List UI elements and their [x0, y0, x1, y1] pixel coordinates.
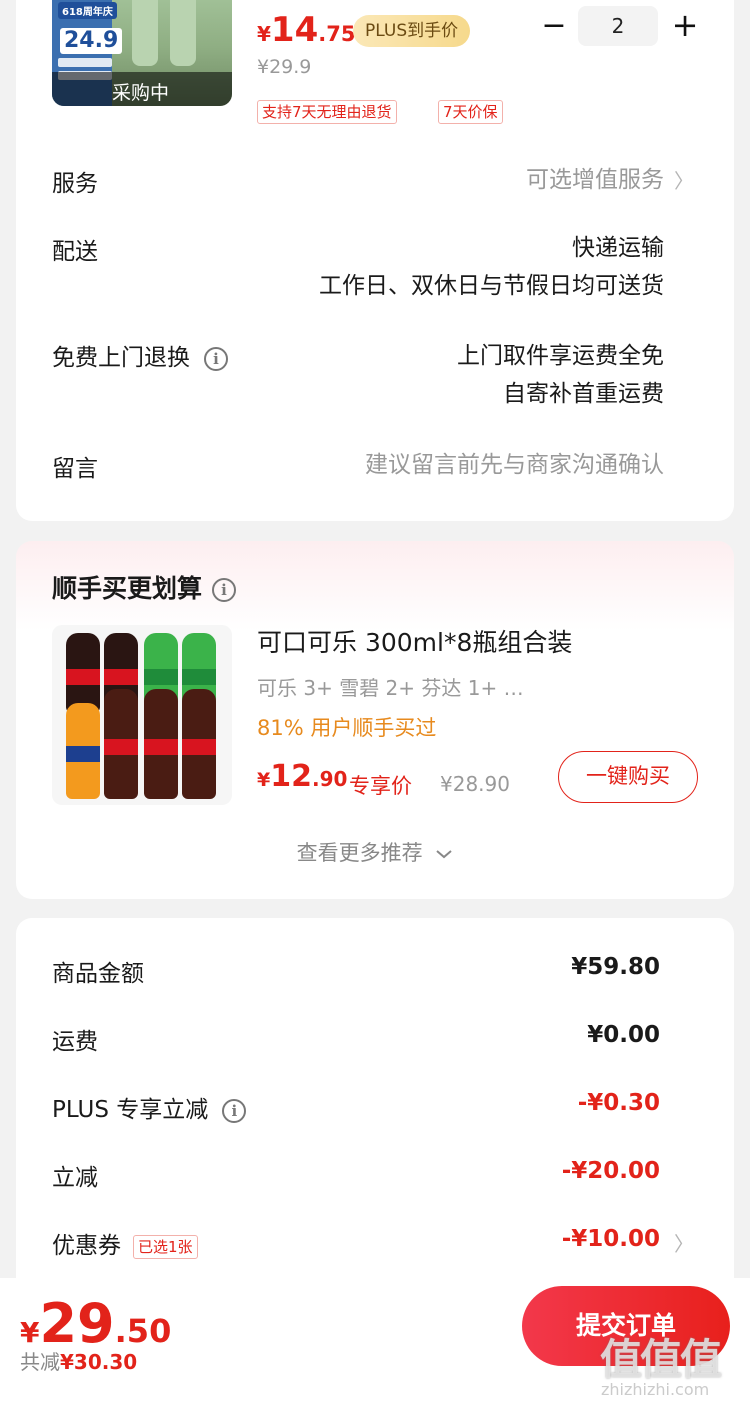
addon-price: ¥12.90	[257, 759, 347, 794]
coupon-text: 优惠券	[52, 1233, 121, 1259]
original-price: ¥29.9	[257, 56, 312, 78]
goods-amount-value: ¥59.80	[571, 954, 660, 980]
addon-product-image[interactable]	[52, 625, 232, 805]
free-return-line1: 上门取件享运费全免	[457, 343, 664, 369]
coke-bottle-image	[182, 689, 216, 799]
message-label: 留言	[52, 456, 98, 482]
thumbnail-badge: 618周年庆	[58, 2, 117, 19]
chevron-down-icon	[436, 850, 452, 859]
coupon-label: 优惠券 已选1张	[52, 1226, 198, 1260]
price-integer: 12	[270, 759, 312, 794]
saved-value: ¥30.30	[60, 1350, 138, 1374]
bottle-label	[104, 738, 138, 755]
coupon-selected-tag: 已选1张	[133, 1234, 198, 1259]
fanta-bottle-image	[66, 703, 100, 799]
shipping-value: ¥0.00	[587, 1022, 660, 1048]
thumbnail-strip	[58, 58, 112, 67]
bottle-label	[182, 669, 216, 685]
addon-original-price: ¥28.90	[440, 772, 510, 796]
message-input[interactable]: 建议留言前先与商家沟通确认	[365, 447, 664, 483]
more-recommendations-link[interactable]: 查看更多推荐	[16, 837, 734, 867]
quantity-decrease-button[interactable]: −	[539, 11, 569, 42]
exclusive-price-label: 专享价	[349, 774, 412, 798]
price-decimal: .90	[311, 767, 348, 791]
thumbnail-price: 24.9	[60, 28, 123, 54]
watermark-logo: 值值值	[600, 1335, 722, 1384]
plus-price-tag: PLUS到手价	[353, 15, 471, 47]
goods-amount-label: 商品金额	[52, 961, 144, 987]
saved-prefix: 共减	[20, 1350, 60, 1374]
service-value: 可选增值服务	[526, 167, 664, 193]
addon-title-text: 顺手买更划算	[52, 574, 203, 603]
addon-product-name[interactable]: 可口可乐 300ml*8瓶组合装	[257, 623, 572, 659]
chevron-right-icon: 〉	[674, 1232, 694, 1256]
thumbnail-figure	[132, 0, 158, 66]
quantity-increase-button[interactable]: +	[670, 9, 700, 41]
delivery-schedule: 工作日、双休日与节假日均可送货	[319, 273, 664, 299]
thumbnail-status: 采购中	[112, 82, 170, 104]
bottle-label	[66, 746, 100, 763]
thumbnail-figure	[170, 0, 196, 66]
total-decimal: .50	[114, 1312, 172, 1350]
plus-discount-value: -¥0.30	[577, 1090, 660, 1116]
price-decimal: .75	[318, 22, 356, 46]
watermark-url: zhizhizhi.com	[601, 1380, 710, 1399]
coke-bottle-image	[104, 689, 138, 799]
instant-discount-value: -¥20.00	[561, 1158, 660, 1184]
price-integer: 14	[270, 10, 319, 50]
coke-bottle-image	[144, 689, 178, 799]
service-label: 服务	[52, 171, 98, 197]
quantity-input[interactable]: 2	[578, 6, 658, 46]
delivery-label: 配送	[52, 239, 98, 265]
price-summary-card: 商品金额 ¥59.80 运费 ¥0.00 PLUS 专享立减 i -¥0.30 立…	[16, 918, 734, 1318]
bottle-label	[66, 669, 100, 685]
free-return-text: 免费上门退换	[52, 345, 190, 371]
checkout-bar: ¥29.50 共减¥30.30 提交订单 值值值 zhizhizhi.com	[0, 1278, 750, 1407]
one-click-buy-button[interactable]: 一键购买	[558, 751, 698, 803]
plus-discount-text: PLUS 专享立减	[52, 1097, 209, 1123]
info-icon[interactable]: i	[212, 578, 237, 602]
instant-discount-label: 立减	[52, 1165, 98, 1191]
info-icon[interactable]: i	[222, 1098, 247, 1123]
price-currency: ¥	[257, 22, 271, 46]
shipping-label: 运费	[52, 1029, 98, 1055]
addon-card: 顺手买更划算 i 可口可乐 300ml*8瓶组合装 可乐 3+ 雪碧 2+ 芬达 …	[16, 541, 734, 899]
order-item-card: 618周年庆 24.9 采购中 ¥14.75 PLUS到手价 ¥29.9 − 2…	[16, 0, 734, 521]
price-currency: ¥	[257, 769, 271, 791]
plus-discount-label: PLUS 专享立减 i	[52, 1090, 247, 1124]
free-return-line2: 自寄补首重运费	[503, 381, 664, 407]
addon-product-subtitle: 可乐 3+ 雪碧 2+ 芬达 1+ …	[257, 676, 524, 700]
thumbnail-status-overlay: 采购中	[52, 72, 232, 106]
coupon-value: -¥10.00	[561, 1226, 660, 1252]
product-price: ¥14.75	[257, 10, 355, 50]
delivery-method: 快递运输	[572, 235, 664, 261]
total-saved: 共减¥30.30	[20, 1346, 137, 1375]
bottle-label	[104, 669, 138, 685]
bottle-label	[144, 738, 178, 755]
addon-title: 顺手买更划算 i	[52, 569, 237, 605]
bottle-label	[182, 738, 216, 755]
more-recommendations-text: 查看更多推荐	[296, 841, 423, 865]
free-return-label: 免费上门退换 i	[52, 338, 228, 372]
price-protect-tag: 7天价保	[438, 100, 503, 124]
coke-bottle-image	[66, 633, 100, 713]
return-policy-tag: 支持7天无理由退货	[257, 100, 397, 124]
info-icon[interactable]: i	[204, 346, 228, 371]
product-thumbnail[interactable]: 618周年庆 24.9 采购中	[52, 0, 232, 106]
total-currency: ¥	[20, 1316, 40, 1349]
chevron-right-icon: 〉	[674, 169, 694, 193]
bottle-label	[144, 669, 178, 685]
addon-buy-rate: 81% 用户顺手买过	[257, 716, 437, 740]
